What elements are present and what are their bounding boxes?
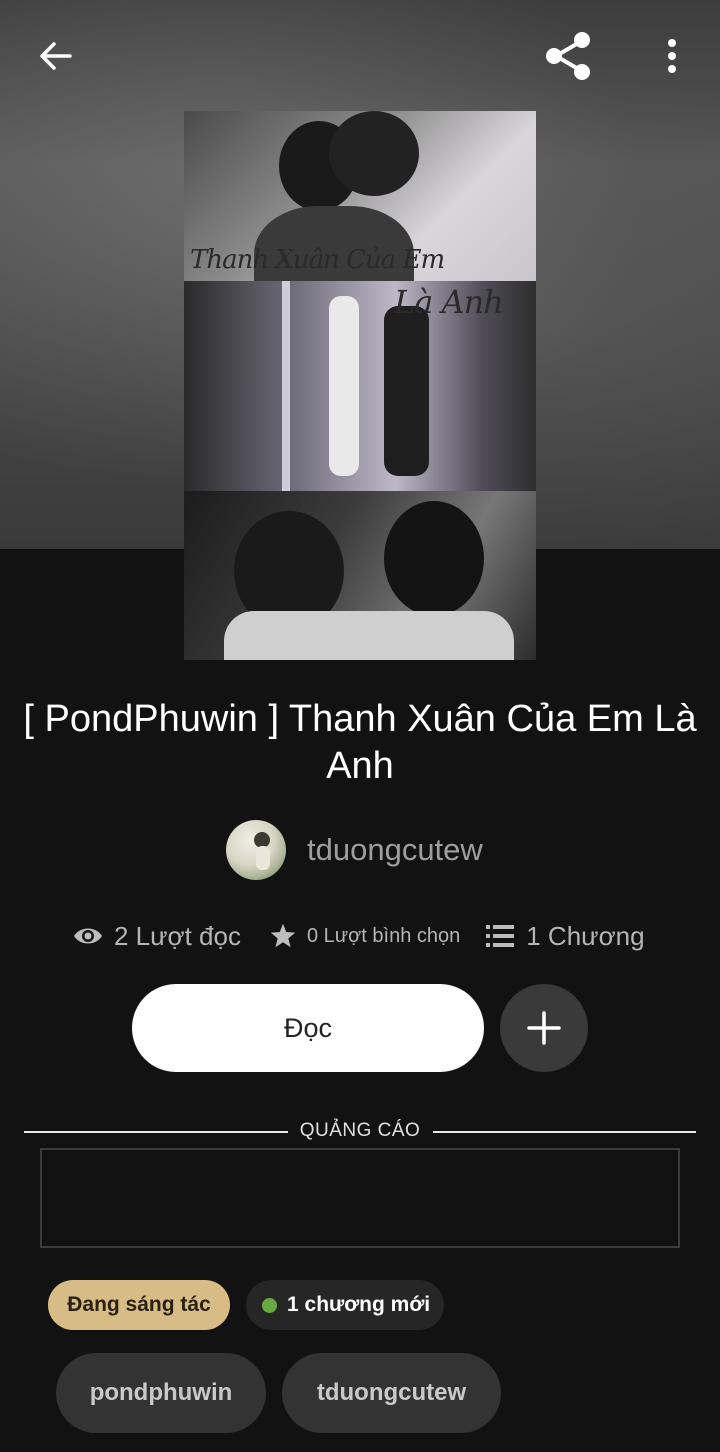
status-badge: Đang sáng tác: [48, 1280, 230, 1330]
read-button[interactable]: Đọc: [132, 984, 484, 1072]
author-avatar[interactable]: [226, 820, 286, 880]
story-title: [ PondPhuwin ] Thanh Xuân Của Em Là Anh: [23, 698, 697, 787]
new-chapter-label: 1 chương mới: [287, 1293, 431, 1316]
new-chapter-badge: 1 chương mới: [246, 1280, 444, 1330]
star-icon: [270, 923, 296, 948]
ad-label: QUẢNG CÁO: [299, 1120, 421, 1141]
votes-stat: 0 Lượt bình chọn: [269, 922, 460, 950]
more-options-button[interactable]: [644, 28, 700, 84]
eye-icon: [74, 928, 102, 944]
tag-chip[interactable]: tduongcutew: [282, 1353, 501, 1433]
chapters-stat: 1 Chương: [486, 920, 645, 952]
votes-count: 0 Lượt bình chọn: [306, 924, 461, 947]
chapters-count: 1 Chương: [526, 920, 645, 951]
tag-chip[interactable]: pondphuwin: [56, 1353, 266, 1433]
ad-slot[interactable]: [40, 1148, 680, 1248]
author-name[interactable]: tduongcutew: [307, 832, 483, 868]
more-vertical-icon: [668, 39, 676, 73]
list-icon: [486, 925, 515, 947]
reads-stat: 2 Lượt đọc: [72, 921, 241, 952]
share-icon: [546, 32, 590, 80]
ad-divider-left: [24, 1131, 288, 1133]
cover-panel-bottom: [184, 491, 536, 660]
cover-title-text: Thanh Xuân Của Em: [190, 245, 445, 275]
ad-divider-right: [433, 1131, 696, 1133]
story-stats: 2 Lượt đọc 0 Lượt bình chọn 1 Chương: [72, 914, 672, 958]
plus-icon: [527, 1011, 561, 1045]
add-to-library-button[interactable]: [500, 984, 588, 1072]
arrow-left-icon: [40, 42, 72, 70]
author-row[interactable]: tduongcutew: [226, 820, 483, 880]
new-indicator-dot: [262, 1297, 277, 1313]
reads-count: 2 Lượt đọc: [114, 920, 241, 951]
cover-subtitle-text: Là Anh: [394, 283, 504, 321]
share-button[interactable]: [540, 28, 596, 84]
back-button[interactable]: [28, 28, 84, 84]
story-cover-image[interactable]: Thanh Xuân Của Em Là Anh: [184, 111, 536, 660]
